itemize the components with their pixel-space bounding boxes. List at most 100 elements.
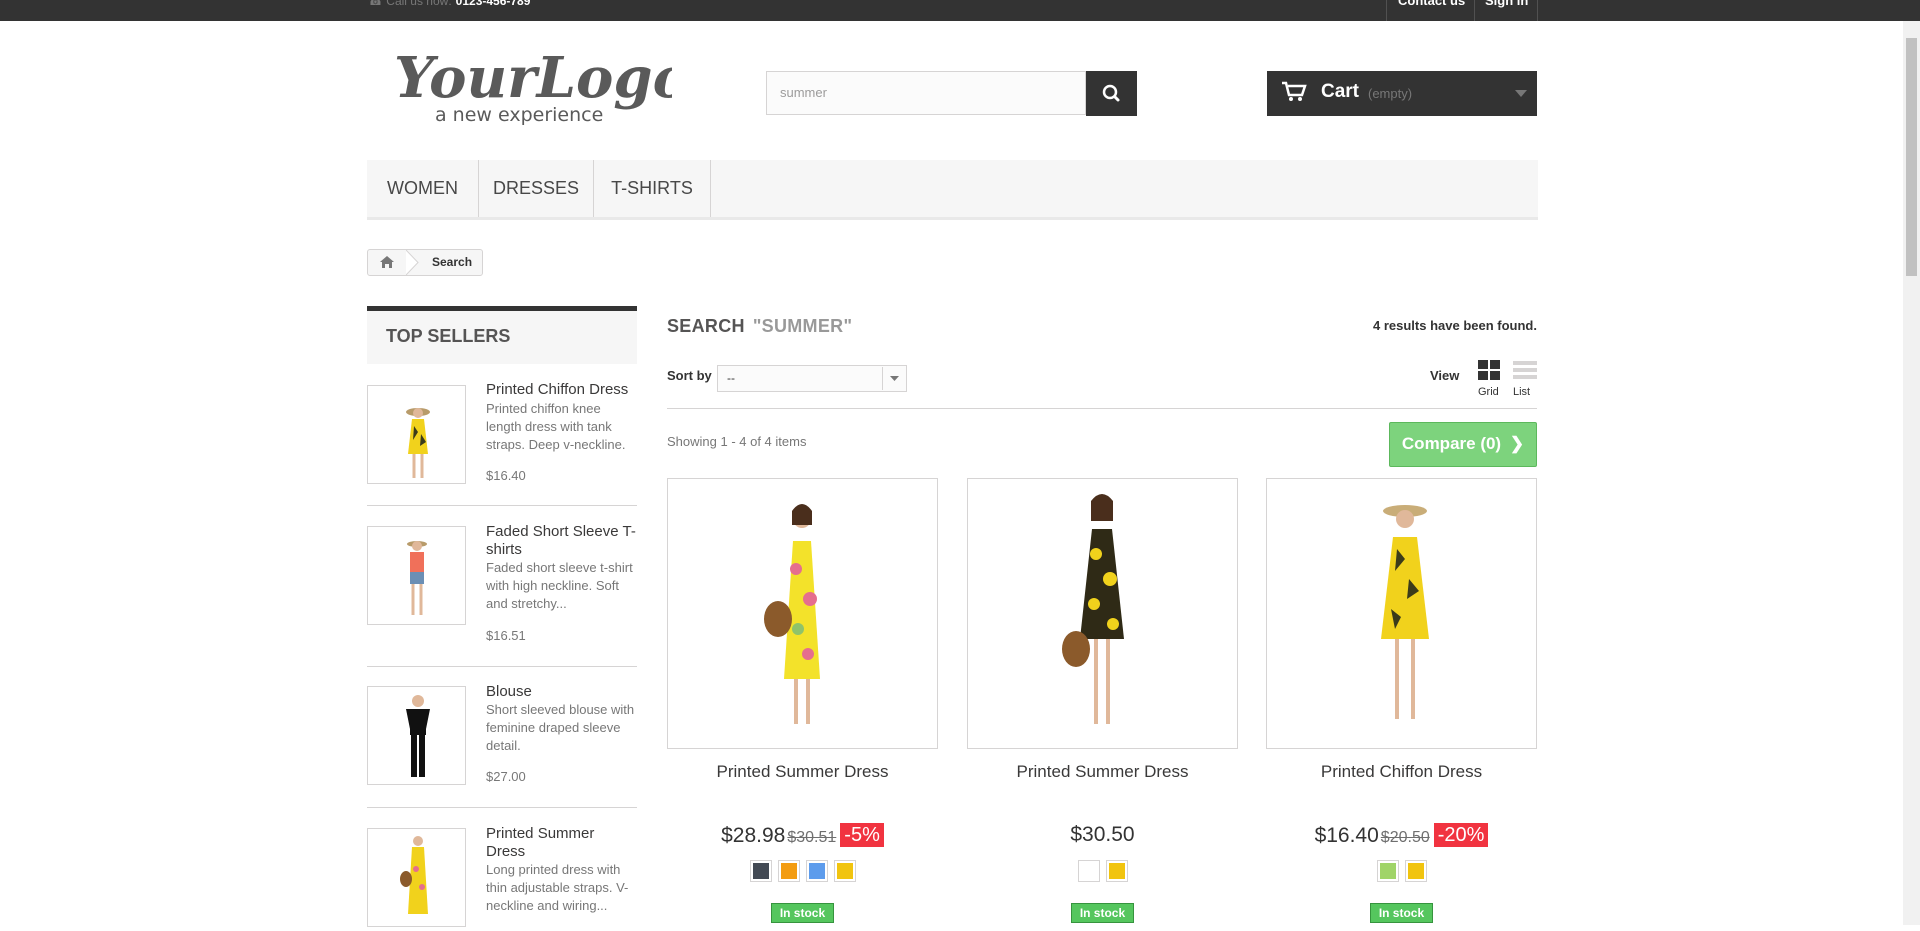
product-thumbnail[interactable] (367, 385, 466, 484)
breadcrumb: Search (367, 249, 483, 276)
sort-by-value: -- (727, 371, 735, 385)
logo-text: YourLogo (394, 45, 672, 111)
sort-by-select[interactable]: -- (717, 365, 907, 392)
stock-badge: In stock (1369, 903, 1434, 923)
color-swatches (1266, 860, 1537, 882)
top-seller-price: $16.51 (486, 628, 526, 643)
scrollbar-thumb[interactable] (1906, 38, 1917, 276)
top-seller-name[interactable]: Printed Chiffon Dress (486, 381, 636, 399)
sort-by-label: Sort by (667, 368, 712, 383)
divider (367, 807, 637, 808)
color-swatch[interactable] (833, 860, 856, 882)
compare-button[interactable]: Compare (0) ❯ (1389, 422, 1537, 467)
top-sellers-title: Top sellers (386, 326, 511, 346)
view-label: View (1430, 368, 1460, 383)
results-count: 4 results have been found. (1373, 318, 1537, 333)
product-price-row: $16.40 $20.50 -20% (1266, 823, 1537, 848)
color-swatch[interactable] (777, 860, 800, 882)
top-seller-item: Printed Summer Dress Long printed dress … (367, 825, 637, 928)
swatch-color (1407, 863, 1424, 879)
search-query: "summer" (752, 316, 853, 336)
divider (367, 666, 637, 667)
product-thumbnail[interactable] (367, 828, 466, 927)
phone-number: 0123-456-789 (455, 0, 531, 8)
breadcrumb-separator (406, 250, 419, 275)
breadcrumb-home[interactable] (368, 250, 408, 275)
product-thumbnail[interactable] (367, 526, 466, 625)
top-seller-desc: Long printed dress with thin adjustable … (486, 862, 629, 913)
availability: In stock (1266, 903, 1537, 923)
top-seller-name[interactable]: Blouse (486, 683, 636, 701)
old-price: $20.50 (1380, 829, 1430, 846)
grid-icon (1478, 360, 1500, 380)
top-seller-item: Faded Short Sleeve T-shirts Faded short … (367, 523, 637, 666)
stock-badge: In stock (770, 903, 835, 923)
chevron-right-icon: ❯ (1509, 434, 1525, 453)
top-seller-name[interactable]: Faded Short Sleeve T-shirts (486, 523, 636, 559)
product-image[interactable] (667, 478, 938, 749)
top-seller-desc: Short sleeved blouse with feminine drape… (486, 702, 635, 753)
menu-item-women[interactable]: Women (367, 160, 479, 217)
heading-label: Search (667, 316, 745, 336)
price-reduction-badge: -5% (840, 823, 884, 847)
product-name[interactable]: Printed Chiffon Dress (1266, 762, 1537, 782)
list-icon (1513, 361, 1537, 379)
product-name[interactable]: Printed Summer Dress (967, 762, 1238, 782)
call-us: ☎ Call us now: 0123-456-789 (368, 0, 530, 8)
color-swatch[interactable] (805, 860, 828, 882)
product-image[interactable] (967, 478, 1238, 749)
stock-badge: In stock (1070, 903, 1135, 923)
swatch-color (1379, 863, 1396, 879)
swatch-color (1080, 863, 1097, 879)
color-swatch[interactable] (1077, 860, 1100, 882)
color-swatch[interactable] (1105, 860, 1128, 882)
color-swatch[interactable] (1376, 860, 1399, 882)
availability: In stock (967, 903, 1238, 923)
sign-in-link[interactable]: Sign in (1474, 0, 1538, 21)
swatch-color (808, 863, 825, 879)
top-seller-item: Printed Chiffon Dress Printed chiffon kn… (367, 381, 637, 505)
search-icon (1102, 84, 1120, 102)
logo-tagline: a new experience (435, 104, 603, 125)
top-seller-price: $27.00 (486, 769, 526, 784)
divider (367, 505, 637, 506)
contact-us-link[interactable]: Contact us (1386, 0, 1484, 21)
chevron-down-icon (1515, 90, 1527, 97)
top-seller-desc: Faded short sleeve t-shirt with high nec… (486, 560, 633, 611)
call-label: Call us now: (386, 0, 452, 8)
list-view-toggle[interactable]: List (1513, 360, 1537, 398)
old-price: $30.51 (787, 829, 837, 846)
product-card: Printed Chiffon Dress $16.40 $20.50 -20% I… (1266, 478, 1537, 925)
compare-label: Compare (0) (1401, 434, 1502, 453)
top-sellers-header[interactable]: Top sellers (367, 306, 637, 364)
menu-item-dresses[interactable]: Dresses (479, 160, 594, 217)
product-card: Printed Summer Dress $28.98 $30.51 -5% In … (667, 478, 938, 925)
phone-icon: ☎ (368, 0, 383, 8)
top-seller-item: Blouse Short sleeved blouse with feminin… (367, 683, 637, 806)
search-button[interactable] (1086, 71, 1137, 116)
color-swatch[interactable] (749, 860, 772, 882)
product-name[interactable]: Printed Summer Dress (667, 762, 938, 782)
menu-item-tshirts[interactable]: T-shirts (594, 160, 711, 217)
price-reduction-badge: -20% (1433, 823, 1489, 847)
top-seller-name[interactable]: Printed Summer Dress (486, 825, 636, 861)
color-swatches (667, 860, 938, 882)
grid-view-toggle[interactable]: Grid (1478, 360, 1502, 398)
color-swatch[interactable] (1404, 860, 1427, 882)
product-price-row: $28.98 $30.51 -5% (667, 823, 938, 848)
product-thumbnail[interactable] (367, 686, 466, 785)
breadcrumb-current: Search (432, 255, 473, 269)
dropdown-arrow (882, 367, 906, 390)
cart-block[interactable]: Cart (empty) (1267, 71, 1537, 116)
cart-status: (empty) (1368, 86, 1413, 101)
chevron-down-icon (890, 376, 899, 381)
showing-count: Showing 1 - 4 of 4 items (667, 434, 807, 449)
top-seller-desc: Printed chiffon knee length dress with t… (486, 401, 626, 452)
product-image[interactable] (1266, 478, 1537, 749)
top-seller-price: $16.40 (486, 468, 526, 483)
search-input[interactable]: summer (766, 71, 1086, 115)
availability: In stock (667, 903, 938, 923)
product-card: Printed Summer Dress $30.50 In stock (967, 478, 1238, 925)
swatch-color (1108, 863, 1125, 879)
logo[interactable]: YourLogo a new experience (392, 45, 690, 126)
